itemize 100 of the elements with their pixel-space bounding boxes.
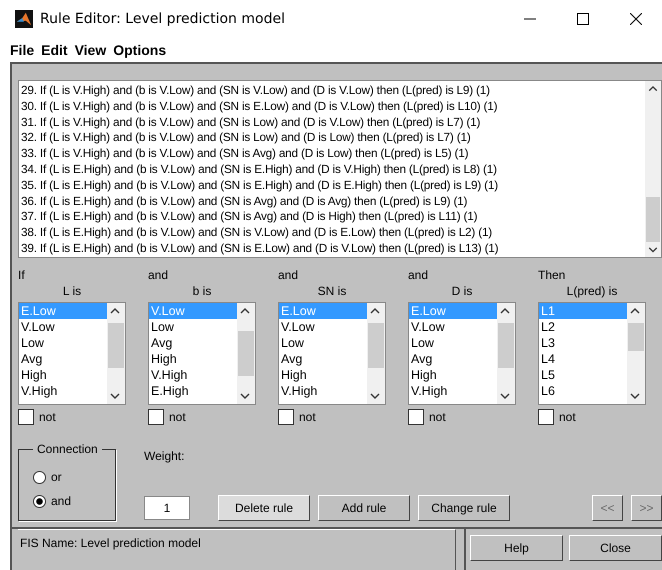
scroll-thumb[interactable] [646,196,660,242]
list-option[interactable]: E.High [149,383,237,399]
scrollbar[interactable] [107,303,125,404]
scroll-thumb[interactable] [368,323,384,368]
checkbox-label: not [429,410,446,424]
scroll-down-icon[interactable] [240,392,250,400]
weight-label: Weight: [144,449,186,463]
rule-item[interactable]: 30. If (L is V.High) and (b is V.Low) and (SN is E.Low) and (D is V.Low) then (L(pred) is L10) (1) [21,98,645,115]
rule-item[interactable]: 32. If (L is V.High) and (b is V.Low) and (SN is Low) and (D is Low) then (L(pred) is L7) (1) [21,130,645,146]
scrollbar[interactable] [237,303,255,404]
list-option[interactable]: V.High [149,367,237,383]
list-option[interactable]: V.High [279,383,367,399]
radio-button[interactable] [33,470,46,484]
list-option[interactable]: V.High [19,383,107,399]
listbox[interactable]: E.Low V.Low Low Avg High V.High [408,302,516,405]
list-option[interactable]: L3 [539,335,627,351]
scroll-up-icon[interactable] [630,307,640,315]
scroll-thumb[interactable] [498,323,514,368]
list-option[interactable]: Avg [19,351,107,367]
list-option[interactable]: Low [19,335,107,351]
connector-label: Then [538,268,566,284]
weight-field[interactable]: 1 [144,496,190,520]
menu-item[interactable]: File [10,42,34,58]
list-option[interactable]: Avg [279,351,367,367]
scroll-up-icon[interactable] [370,307,380,315]
list-option[interactable]: Avg [409,351,497,367]
checkbox-label: not [169,410,186,424]
rule-item[interactable]: 36. If (L is E.High) and (b is V.Low) and (SN is Avg) and (D is Avg) then (L(pred) is L9) (1) [21,194,645,210]
list-option[interactable]: Low [279,335,367,351]
menu-item[interactable]: Options [113,42,166,58]
list-option[interactable]: V.Low [279,319,367,335]
list-option[interactable]: High [279,367,367,383]
variable-label: SN is [316,284,348,300]
list-option[interactable]: L5 [539,367,627,383]
rule-item[interactable]: 39. If (L is E.High) and (b is V.Low) and (SN is E.Low) and (D is V.Low) then (L(pred) is L13) (1) [21,240,645,257]
rule-item[interactable]: 38. If (L is E.High) and (b is V.Low) and (SN is V.Low) and (D is E.Low) then (L(pred) is L2) (1) [21,225,645,241]
scrollbar[interactable] [627,303,645,404]
rule-item[interactable]: 37. If (L is E.High) and (b is V.Low) and (SN is Avg) and (D is High) then (L(pred) is L11) (1) [21,209,645,226]
scroll-up-icon[interactable] [500,307,510,315]
radio-label: or [51,470,62,484]
group-title: Connection [33,442,102,456]
scroll-down-icon[interactable] [500,392,510,400]
rule-item[interactable]: 35. If (L is E.High) and (b is V.Low) and (SN is E.High) and (D is E.High) then (L(pred) is L9) (1) [21,178,645,194]
list-option[interactable]: V.High [409,383,497,399]
not-checkbox[interactable] [278,409,294,425]
scroll-down-icon[interactable] [630,392,640,400]
action-button[interactable]: Delete rule [218,495,310,521]
list-option[interactable]: V.Low [409,319,497,335]
radio-button[interactable] [33,494,46,508]
scroll-down-icon[interactable] [110,392,120,400]
scroll-thumb[interactable] [108,323,124,368]
window-title: Rule Editor: Level prediction model [40,11,285,27]
rule-item[interactable]: 31. If (L is V.High) and (b is V.Low) and (SN is Low) and (D is V.Low) then (L(pred) is L7) (1) [21,114,645,130]
rule-item[interactable]: 33. If (L is V.High) and (b is V.Low) and (SN is Avg) and (D is Low) then (L(pred) is L5) (1) [21,146,645,162]
list-option[interactable]: L6 [539,383,627,399]
list-option[interactable]: High [409,367,497,383]
rule-list[interactable] [18,80,662,258]
checkbox-label: not [39,410,56,424]
list-option[interactable]: V.Low [19,319,107,335]
listbox[interactable]: E.Low V.Low Low Avg High V.High [278,302,386,405]
checkbox-label: not [299,410,316,424]
not-checkbox[interactable] [538,409,554,425]
scrollbar[interactable] [497,303,515,404]
menu-item[interactable]: Edit [41,42,68,58]
listbox[interactable]: L1 L2 L3 L4 L5 L6 [538,302,646,405]
scroll-thumb[interactable] [238,331,254,376]
app-logo-icon [15,10,33,28]
list-option[interactable]: Low [149,319,237,335]
scroll-up-icon[interactable] [648,85,658,92]
rule-item[interactable]: 34. If (L is E.High) and (b is V.Low) and (SN is E.High) and (D is V.High) then (L(pred) is L8) (1) [21,162,645,178]
checkbox-label: not [559,410,576,424]
radio-label: and [51,494,72,508]
not-checkbox[interactable] [408,409,424,425]
list-option[interactable]: Low [409,335,497,351]
footer-button[interactable]: Help [470,535,563,561]
footer-button[interactable]: Close [569,535,662,561]
not-checkbox[interactable] [18,409,34,425]
connector-label: If [18,268,26,284]
connector-label: and [278,268,300,284]
scroll-up-icon[interactable] [240,307,250,315]
list-option[interactable]: High [19,367,107,383]
rule-item[interactable]: 29. If (L is V.High) and (b is V.Low) and (SN is V.Low) and (D is V.Low) then (L(pred) is L9) (1) [21,83,645,99]
action-button[interactable]: Add rule [318,495,410,521]
not-checkbox[interactable] [148,409,164,425]
scroll-down-icon[interactable] [648,246,658,253]
list-option[interactable]: Avg [149,335,237,351]
scroll-down-icon[interactable] [370,392,380,400]
scroll-thumb[interactable] [628,323,644,351]
menu-item[interactable]: View [74,42,106,58]
scrollbar[interactable] [367,303,385,404]
action-button[interactable]: Change rule [418,495,510,521]
listbox[interactable]: E.Low V.Low Low Avg High V.High [18,302,126,405]
list-option[interactable]: L2 [539,319,627,335]
scroll-up-icon[interactable] [110,307,120,315]
list-option[interactable]: High [149,351,237,367]
listbox[interactable]: V.Low Low Avg High V.High E.High [148,302,256,405]
variable-label: L is [62,284,82,300]
list-option[interactable]: L4 [539,351,627,367]
connector-label: and [408,268,430,284]
scrollbar[interactable] [645,81,661,257]
